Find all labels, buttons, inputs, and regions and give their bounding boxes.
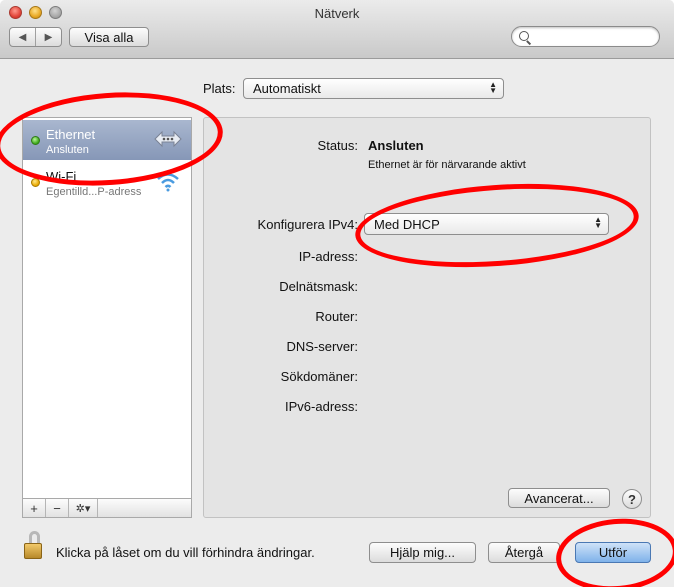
ip-address-label: IP-adress: [298, 249, 358, 264]
search-domains-label: Sökdomäner: [280, 369, 358, 384]
apply-button[interactable]: Utför [575, 542, 651, 563]
service-status: Egentilld...P-adress [46, 186, 142, 198]
revert-button[interactable]: Återgå [488, 542, 560, 563]
lock-message: Klicka på låset om du vill förhindra änd… [56, 545, 315, 560]
popup-arrows-icon: ▲ ▼ [594, 215, 602, 230]
add-service-button[interactable]: + [23, 499, 46, 517]
configure-ipv4-popup[interactable]: Med DHCP ▲ ▼ [364, 213, 609, 235]
window-title: Nätverk [314, 6, 360, 21]
service-item-ethernet[interactable]: Ethernet Ansluten [23, 120, 191, 160]
service-name: Wi-Fi [46, 169, 77, 184]
search-icon [519, 31, 529, 41]
service-list-controls: + − ✲▾ [22, 498, 192, 518]
ethernet-arrows-icon [153, 128, 183, 152]
location-value: Automatiskt [253, 81, 321, 96]
status-dot-yellow-icon [31, 178, 40, 187]
detail-pane [203, 117, 651, 518]
configure-ipv4-value: Med DHCP [374, 216, 440, 232]
remove-service-button[interactable]: − [46, 499, 69, 517]
location-popup[interactable]: Automatiskt ▲ ▼ [243, 78, 504, 99]
title-bar: Nätverk ◀ ▶ Visa alla [0, 0, 674, 59]
configure-ipv4-label: Konfigurera IPv4: [257, 217, 358, 232]
service-status: Ansluten [46, 144, 89, 156]
ipv6-address-label: IPv6-adress: [285, 399, 358, 414]
back-forward-control: ◀ ▶ [9, 27, 62, 47]
advanced-button[interactable]: Avancerat... [508, 488, 610, 508]
status-value: Ansluten [368, 138, 424, 153]
forward-icon[interactable]: ▶ [36, 28, 61, 46]
assist-me-button[interactable]: Hjälp mig... [369, 542, 476, 563]
status-dot-green-icon [31, 136, 40, 145]
lock-icon[interactable] [22, 531, 44, 561]
popup-arrows-icon: ▲ ▼ [489, 80, 497, 95]
subnet-mask-label: Delnätsmask: [279, 279, 358, 294]
back-icon[interactable]: ◀ [10, 28, 36, 46]
location-label: Plats: [203, 81, 236, 96]
service-list: Ethernet Ansluten Wi-Fi Egentilld...P-ad… [22, 117, 192, 518]
search-input[interactable] [511, 26, 660, 47]
network-preferences-window: Nätverk ◀ ▶ Visa alla Plats: Automatiskt… [0, 0, 674, 587]
wifi-icon [153, 170, 183, 194]
router-label: Router: [315, 309, 358, 324]
service-name: Ethernet [46, 127, 96, 142]
show-all-button[interactable]: Visa alla [69, 27, 149, 47]
help-button[interactable]: ? [622, 489, 642, 509]
status-description: Ethernet är för närvarande aktivt [368, 159, 526, 171]
dns-server-label: DNS-server: [286, 339, 358, 354]
service-item-wifi[interactable]: Wi-Fi Egentilld...P-adress [23, 162, 191, 202]
gear-icon[interactable]: ✲▾ [69, 499, 98, 517]
status-label: Status: [317, 138, 358, 153]
